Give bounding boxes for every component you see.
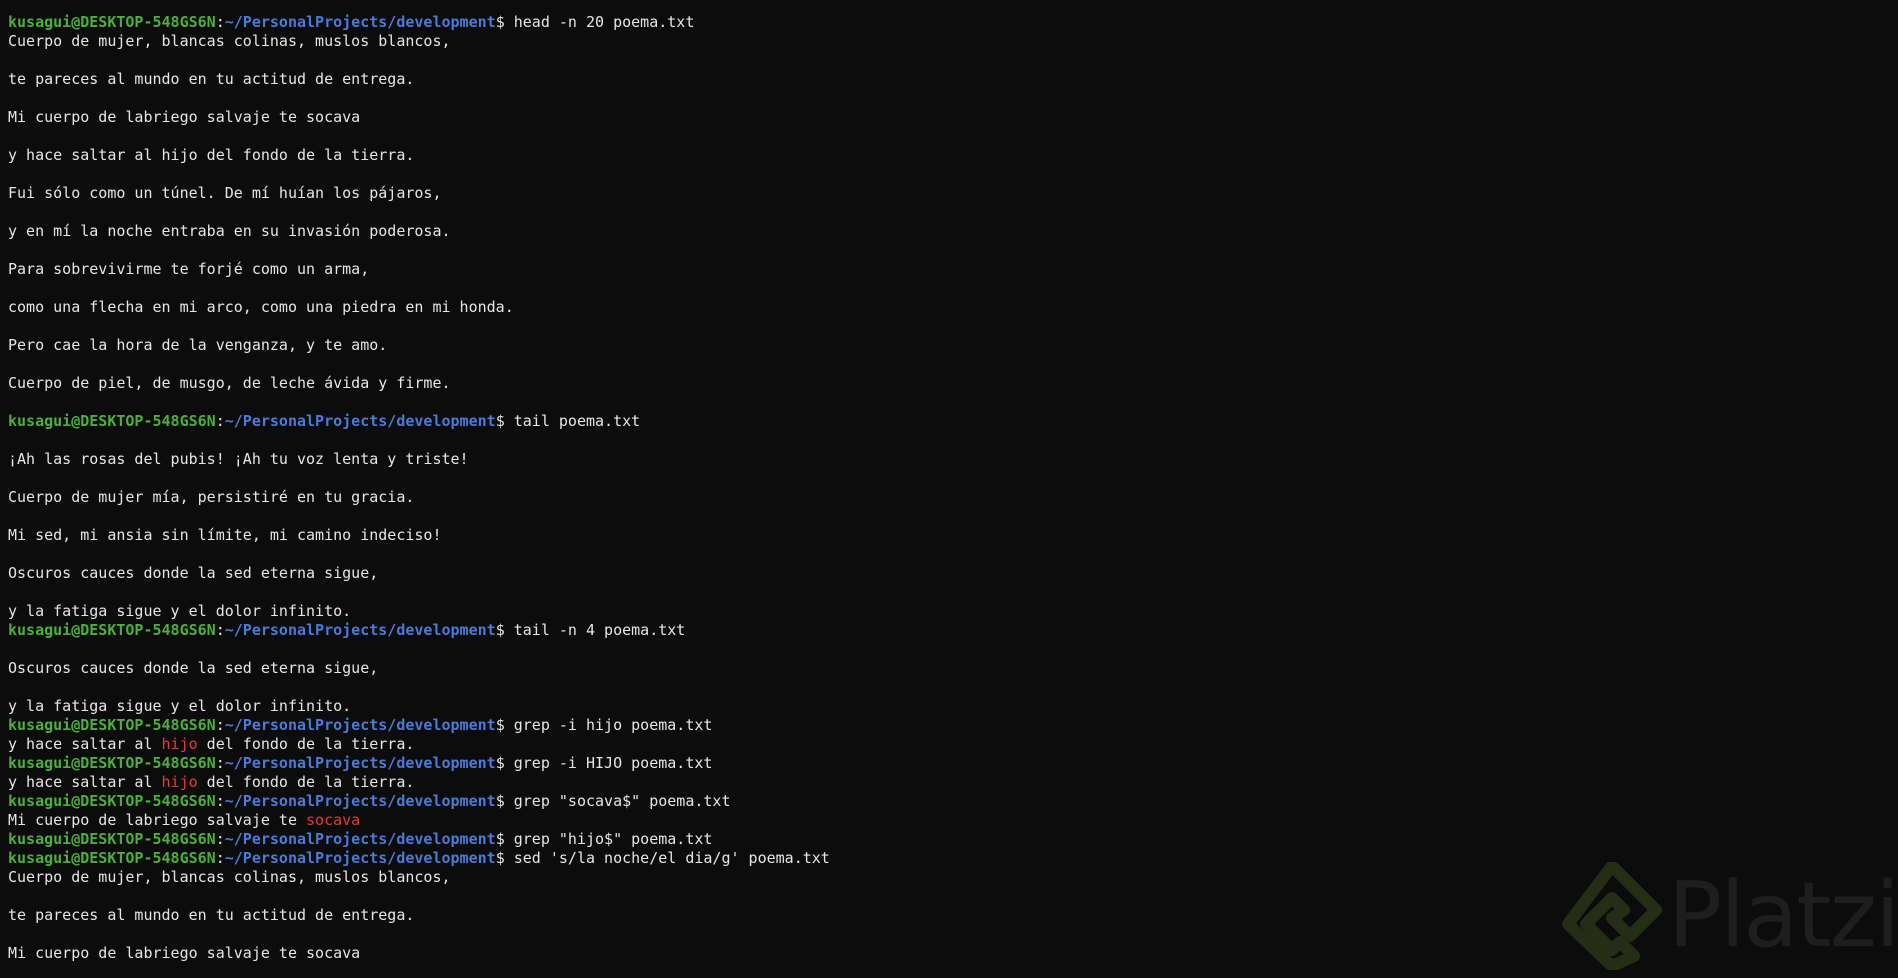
prompt-user: kusagui@DESKTOP-548GS6N (8, 411, 216, 430)
output-line: Mi cuerpo de labriego salvaje te socava (8, 107, 361, 126)
terminal-output[interactable]: kusagui@DESKTOP-548GS6N:~/PersonalProjec… (8, 13, 1898, 963)
output-line: Cuerpo de mujer, blancas colinas, muslos… (8, 31, 451, 50)
match-suffix: del fondo de la tierra. (197, 734, 415, 753)
prompt-symbol: $ (495, 848, 505, 867)
prompt-separator: : (215, 12, 225, 31)
prompt-separator: : (215, 411, 225, 430)
prompt-symbol: $ (495, 715, 505, 734)
prompt-symbol: $ (495, 791, 505, 810)
prompt-path: ~/PersonalProjects/development (224, 848, 496, 867)
prompt-separator: : (215, 829, 225, 848)
prompt-user: kusagui@DESKTOP-548GS6N (8, 12, 216, 31)
match-prefix: Mi cuerpo de labriego salvaje te (8, 810, 307, 829)
prompt-line: kusagui@DESKTOP-548GS6N:~/PersonalProjec… (8, 621, 1898, 640)
prompt-separator: : (215, 753, 225, 772)
prompt-separator: : (215, 848, 225, 867)
prompt-line: kusagui@DESKTOP-548GS6N:~/PersonalProjec… (8, 412, 1898, 431)
output-line: ¡Ah las rosas del pubis! ¡Ah tu voz lent… (8, 449, 469, 468)
prompt-symbol: $ (495, 753, 505, 772)
prompt-symbol: $ (495, 829, 505, 848)
command-text: grep "socava$" poema.txt (504, 791, 731, 810)
output-line: Mi sed, mi ansia sin límite, mi camino i… (8, 525, 442, 544)
prompt-user: kusagui@DESKTOP-548GS6N (8, 829, 216, 848)
command-text: grep "hijo$" poema.txt (504, 829, 713, 848)
prompt-user: kusagui@DESKTOP-548GS6N (8, 620, 216, 639)
prompt-line: kusagui@DESKTOP-548GS6N:~/PersonalProjec… (8, 754, 1898, 773)
command-text: head -n 20 poema.txt (504, 12, 695, 31)
output-line: y en mí la noche entraba en su invasión … (8, 221, 451, 240)
grep-result-line: y hace saltar al hijo del fondo de la ti… (8, 735, 1898, 754)
output-line: Cuerpo de piel, de musgo, de leche ávida… (8, 373, 451, 392)
prompt-path: ~/PersonalProjects/development (224, 411, 496, 430)
prompt-path: ~/PersonalProjects/development (224, 791, 496, 810)
prompt-user: kusagui@DESKTOP-548GS6N (8, 715, 216, 734)
match-prefix: y hace saltar al (8, 772, 162, 791)
prompt-path: ~/PersonalProjects/development (224, 620, 496, 639)
output-line: Oscuros cauces donde la sed eterna sigue… (8, 563, 379, 582)
output-line: Oscuros cauces donde la sed eterna sigue… (8, 658, 379, 677)
command-text: grep -i HIJO poema.txt (504, 753, 713, 772)
prompt-symbol: $ (495, 620, 505, 639)
output-line: Cuerpo de mujer mía, persistiré en tu gr… (8, 487, 415, 506)
grep-result-line: Mi cuerpo de labriego salvaje te socava (8, 811, 1898, 830)
prompt-line: kusagui@DESKTOP-548GS6N:~/PersonalProjec… (8, 830, 1898, 849)
output-line: te pareces al mundo en tu actitud de ent… (8, 69, 415, 88)
command-text: tail -n 4 poema.txt (504, 620, 686, 639)
prompt-separator: : (215, 715, 225, 734)
watermark-text: Platzi (1668, 863, 1898, 968)
grep-result-line: y hace saltar al hijo del fondo de la ti… (8, 773, 1898, 792)
command-text: tail poema.txt (504, 411, 641, 430)
prompt-path: ~/PersonalProjects/development (224, 829, 496, 848)
output-line: como una flecha en mi arco, como una pie… (8, 297, 514, 316)
prompt-user: kusagui@DESKTOP-548GS6N (8, 753, 216, 772)
prompt-path: ~/PersonalProjects/development (224, 715, 496, 734)
prompt-line: kusagui@DESKTOP-548GS6N:~/PersonalProjec… (8, 792, 1898, 811)
prompt-path: ~/PersonalProjects/development (224, 12, 496, 31)
match-highlight: socava (306, 810, 361, 829)
prompt-symbol: $ (495, 411, 505, 430)
prompt-user: kusagui@DESKTOP-548GS6N (8, 791, 216, 810)
prompt-line: kusagui@DESKTOP-548GS6N:~/PersonalProjec… (8, 13, 1898, 32)
platzi-logo-icon (1562, 862, 1662, 970)
match-highlight: hijo (161, 734, 198, 753)
output-line: y la fatiga sigue y el dolor infinito. (8, 696, 352, 715)
match-highlight: hijo (161, 772, 198, 791)
command-text: sed 's/la noche/el dia/g' poema.txt (504, 848, 830, 867)
output-line: y la fatiga sigue y el dolor infinito. (8, 601, 352, 620)
output-line: Para sobrevivirme te forjé como un arma, (8, 259, 370, 278)
prompt-separator: : (215, 620, 225, 639)
prompt-path: ~/PersonalProjects/development (224, 753, 496, 772)
prompt-symbol: $ (495, 12, 505, 31)
prompt-user: kusagui@DESKTOP-548GS6N (8, 848, 216, 867)
command-text: grep -i hijo poema.txt (504, 715, 713, 734)
output-line: Pero cae la hora de la venganza, y te am… (8, 335, 388, 354)
output-line: y hace saltar al hijo del fondo de la ti… (8, 145, 415, 164)
prompt-separator: : (215, 791, 225, 810)
platzi-watermark: Platzi (1560, 862, 1898, 970)
match-suffix: del fondo de la tierra. (197, 772, 415, 791)
match-prefix: y hace saltar al (8, 734, 162, 753)
prompt-line: kusagui@DESKTOP-548GS6N:~/PersonalProjec… (8, 716, 1898, 735)
output-line: Fui sólo como un túnel. De mí huían los … (8, 183, 442, 202)
